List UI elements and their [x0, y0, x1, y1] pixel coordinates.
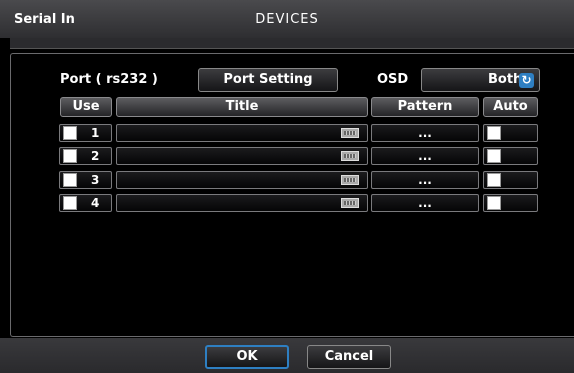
use-cell: 4: [59, 194, 112, 212]
keyboard-icon[interactable]: [341, 198, 359, 208]
osd-label: OSD: [377, 72, 409, 87]
row-number: 3: [91, 173, 100, 187]
header-separator: [10, 38, 574, 49]
refresh-icon[interactable]: ↻: [519, 73, 534, 88]
pattern-cell[interactable]: ...: [371, 171, 479, 189]
window-title: DEVICES: [255, 12, 319, 27]
title-field[interactable]: [116, 124, 368, 142]
use-cell: 3: [59, 171, 112, 189]
osd-value: Both: [488, 72, 523, 87]
pattern-cell[interactable]: ...: [371, 147, 479, 165]
pattern-cell[interactable]: ...: [371, 194, 479, 212]
auto-checkbox[interactable]: [487, 196, 501, 210]
auto-cell: [483, 124, 538, 142]
title-field[interactable]: [116, 147, 368, 165]
auto-cell: [483, 171, 538, 189]
pattern-value: ...: [418, 173, 432, 187]
keyboard-icon[interactable]: [341, 128, 359, 138]
pattern-cell[interactable]: ...: [371, 124, 479, 142]
use-cell: 1: [59, 124, 112, 142]
title-field[interactable]: [116, 194, 368, 212]
cancel-button[interactable]: Cancel: [307, 345, 391, 369]
pattern-value: ...: [418, 196, 432, 210]
devices-window: Serial In DEVICES Port ( rs232 ) Port Se…: [0, 0, 574, 373]
port-setting-button[interactable]: Port Setting: [198, 68, 338, 92]
pattern-value: ...: [418, 126, 432, 140]
ok-button[interactable]: OK: [205, 345, 289, 369]
row-number: 2: [91, 149, 100, 163]
row-number: 1: [91, 126, 100, 140]
auto-checkbox[interactable]: [487, 173, 501, 187]
port-label: Port ( rs232 ): [60, 72, 158, 87]
column-header-use: Use: [60, 97, 112, 117]
title-bar: Serial In DEVICES: [0, 0, 574, 38]
keyboard-icon[interactable]: [341, 151, 359, 161]
column-header-title: Title: [116, 97, 368, 117]
row-number: 4: [91, 196, 100, 210]
use-checkbox[interactable]: [63, 173, 77, 187]
keyboard-icon[interactable]: [341, 175, 359, 185]
auto-checkbox[interactable]: [487, 149, 501, 163]
use-checkbox[interactable]: [63, 149, 77, 163]
column-header-auto: Auto: [483, 97, 538, 117]
use-checkbox[interactable]: [63, 196, 77, 210]
use-checkbox[interactable]: [63, 126, 77, 140]
use-cell: 2: [59, 147, 112, 165]
column-header-pattern: Pattern: [371, 97, 479, 117]
title-field[interactable]: [116, 171, 368, 189]
auto-cell: [483, 147, 538, 165]
pattern-value: ...: [418, 149, 432, 163]
auto-cell: [483, 194, 538, 212]
auto-checkbox[interactable]: [487, 126, 501, 140]
osd-select[interactable]: Both ↻: [421, 68, 540, 92]
